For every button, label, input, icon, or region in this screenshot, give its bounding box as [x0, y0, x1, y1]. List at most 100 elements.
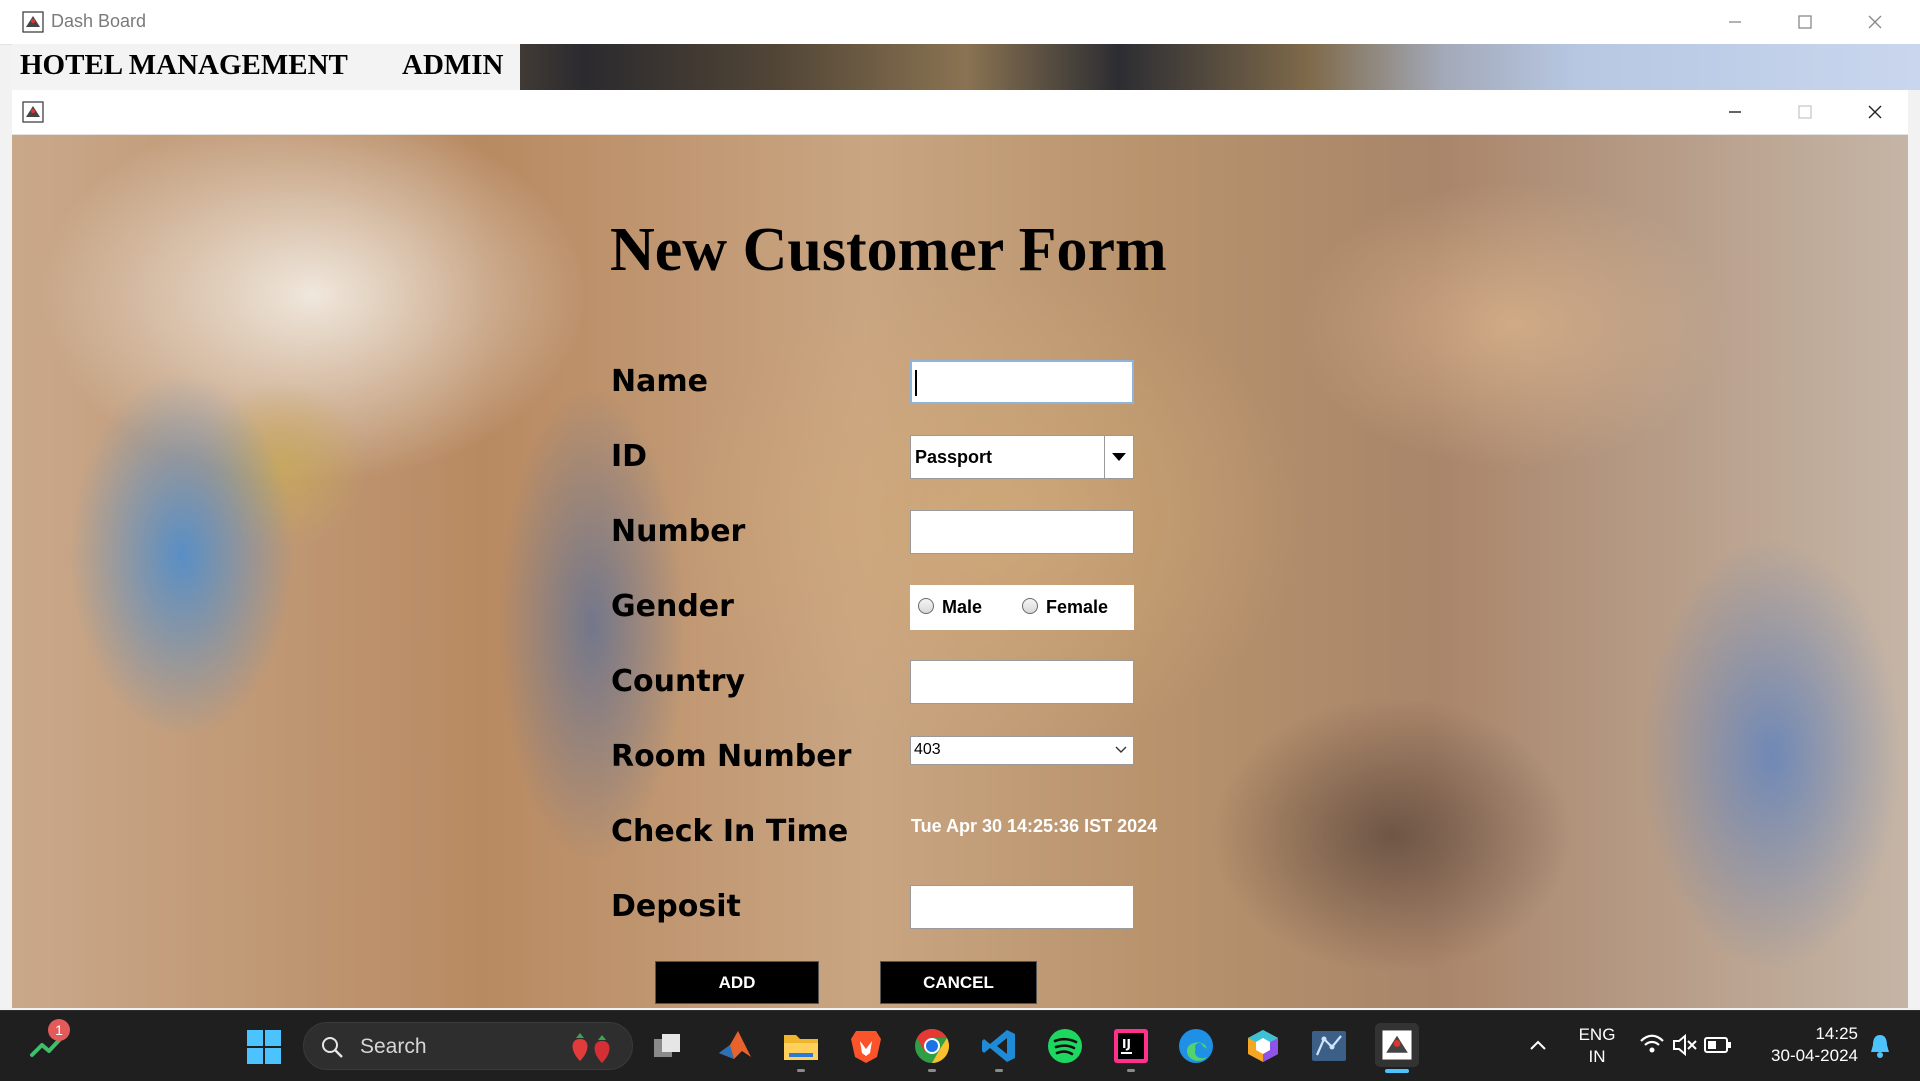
id-type-value: Passport	[915, 447, 993, 467]
language-code: ENG	[1578, 1025, 1616, 1044]
taskbar-app-file-explorer[interactable]	[781, 1027, 821, 1065]
clock-time: 14:25	[1815, 1024, 1858, 1043]
wifi-icon	[1640, 1034, 1664, 1053]
java-app-icon	[22, 101, 44, 123]
outer-maximize-button[interactable]	[1770, 0, 1840, 44]
minimize-icon	[1729, 111, 1741, 113]
form-title: New Customer Form	[610, 216, 1167, 284]
spotify-icon	[1048, 1029, 1082, 1063]
taskbar-app-vscode[interactable]	[980, 1027, 1018, 1065]
windows-logo-icon	[247, 1030, 281, 1064]
clock-date: 30-04-2024	[1771, 1046, 1858, 1065]
battery-icon	[1704, 1037, 1731, 1053]
maximize-icon	[1798, 15, 1812, 29]
java-app-icon	[22, 11, 44, 33]
language-region: IN	[1588, 1047, 1606, 1066]
strawberry-icon	[572, 1033, 610, 1063]
room-number-label: Room Number	[611, 739, 852, 774]
taskbar-app-edge[interactable]	[1177, 1027, 1215, 1065]
chrome-browser-icon	[915, 1029, 949, 1063]
edge-browser-icon	[1179, 1029, 1213, 1063]
chevron-down-icon	[1115, 746, 1127, 753]
female-radio[interactable]	[1022, 598, 1038, 614]
start-button[interactable]	[245, 1028, 283, 1066]
inner-close-button[interactable]	[1840, 90, 1910, 134]
cube-app-icon	[1248, 1030, 1278, 1062]
inner-minimize-button[interactable]	[1700, 90, 1770, 134]
close-icon	[1868, 15, 1882, 29]
taskbar-app-spotify[interactable]	[1046, 1027, 1084, 1065]
gender-label: Gender	[611, 589, 734, 624]
taskbar-clock[interactable]: 14:25 30-04-2024	[1752, 1023, 1858, 1067]
room-number-value: 403	[914, 741, 941, 758]
stocks-widget-button[interactable]: 1	[28, 1019, 72, 1067]
taskbar-app-intellij[interactable]: IJ	[1112, 1027, 1150, 1065]
taskbar-app-chrome[interactable]	[913, 1027, 951, 1065]
quick-settings-button[interactable]	[1638, 1031, 1736, 1061]
running-indicator	[995, 1069, 1003, 1072]
number-input[interactable]	[910, 510, 1134, 554]
male-radio-label[interactable]: Male	[942, 597, 982, 618]
taskbar-app-matlab[interactable]	[716, 1027, 754, 1065]
text-caret	[915, 370, 917, 396]
id-label: ID	[611, 439, 648, 474]
active-app-indicator	[1385, 1069, 1409, 1073]
add-button[interactable]: ADD	[655, 961, 819, 1004]
folder-icon	[784, 1035, 818, 1060]
dropdown-arrow-button[interactable]	[1104, 436, 1133, 478]
bell-icon	[1871, 1035, 1889, 1058]
close-icon	[1868, 105, 1882, 119]
deposit-input[interactable]	[910, 885, 1134, 929]
country-label: Country	[611, 664, 746, 699]
menubar-menus: HOTEL MANAGEMENT ADMIN	[12, 44, 520, 90]
show-hidden-icons-button[interactable]	[1526, 1035, 1550, 1055]
taskbar-app-cube[interactable]	[1244, 1027, 1282, 1065]
taskbar: 1 Search IJ ENG IN 14:25 30-04-2024	[0, 1010, 1920, 1081]
notifications-button[interactable]	[1868, 1033, 1892, 1059]
search-label: Search	[360, 1035, 427, 1058]
outer-window-titlebar: Dash Board	[0, 0, 1920, 45]
name-label: Name	[611, 364, 708, 399]
minimize-icon	[1729, 21, 1741, 23]
check-in-time-value: Tue Apr 30 14:25:36 IST 2024	[911, 816, 1158, 836]
country-input[interactable]	[910, 660, 1134, 704]
brave-browser-icon	[851, 1031, 881, 1063]
menu-hotel-management[interactable]: HOTEL MANAGEMENT	[20, 49, 348, 82]
intellij-icon: IJ	[1114, 1029, 1148, 1063]
taskbar-app-network-tool[interactable]	[1310, 1027, 1348, 1065]
speaker-muted-icon	[1673, 1033, 1697, 1057]
taskbar-search-box[interactable]: Search	[303, 1022, 633, 1070]
male-radio[interactable]	[918, 598, 934, 614]
taskbar-app-java-active[interactable]	[1375, 1023, 1419, 1067]
maximize-icon	[1798, 105, 1812, 119]
female-radio-label[interactable]: Female	[1046, 597, 1108, 618]
input-language-indicator[interactable]: ENG IN	[1572, 1024, 1622, 1068]
check-in-time-label: Check In Time	[611, 814, 849, 849]
menubar: HOTEL MANAGEMENT ADMIN	[12, 44, 1920, 90]
name-input[interactable]	[910, 360, 1134, 404]
menu-admin[interactable]: ADMIN	[402, 49, 504, 82]
taskbar-app-brave[interactable]	[848, 1027, 884, 1065]
network-diagram-icon	[1312, 1031, 1346, 1061]
vscode-icon	[982, 1030, 1015, 1062]
room-number-dropdown[interactable]: 403	[910, 736, 1134, 765]
notification-badge: 1	[48, 1019, 70, 1041]
search-icon	[322, 1037, 343, 1058]
cancel-button[interactable]: CANCEL	[880, 961, 1037, 1004]
outer-minimize-button[interactable]	[1700, 0, 1770, 44]
id-type-dropdown[interactable]: Passport	[910, 435, 1134, 479]
gender-radio-group: Male Female	[910, 585, 1134, 630]
running-indicator	[928, 1069, 936, 1072]
inner-window-titlebar	[12, 90, 1908, 135]
triangle-down-icon	[1112, 453, 1126, 461]
number-label: Number	[611, 514, 746, 549]
outer-close-button[interactable]	[1840, 0, 1910, 44]
inner-maximize-button	[1770, 90, 1840, 134]
task-view-button[interactable]	[650, 1029, 686, 1065]
svg-text:IJ: IJ	[1122, 1037, 1131, 1051]
java-app-icon	[1380, 1028, 1414, 1062]
running-indicator	[797, 1069, 805, 1072]
matlab-icon	[719, 1031, 751, 1059]
deposit-label: Deposit	[611, 889, 741, 924]
task-view-icon	[654, 1034, 680, 1057]
